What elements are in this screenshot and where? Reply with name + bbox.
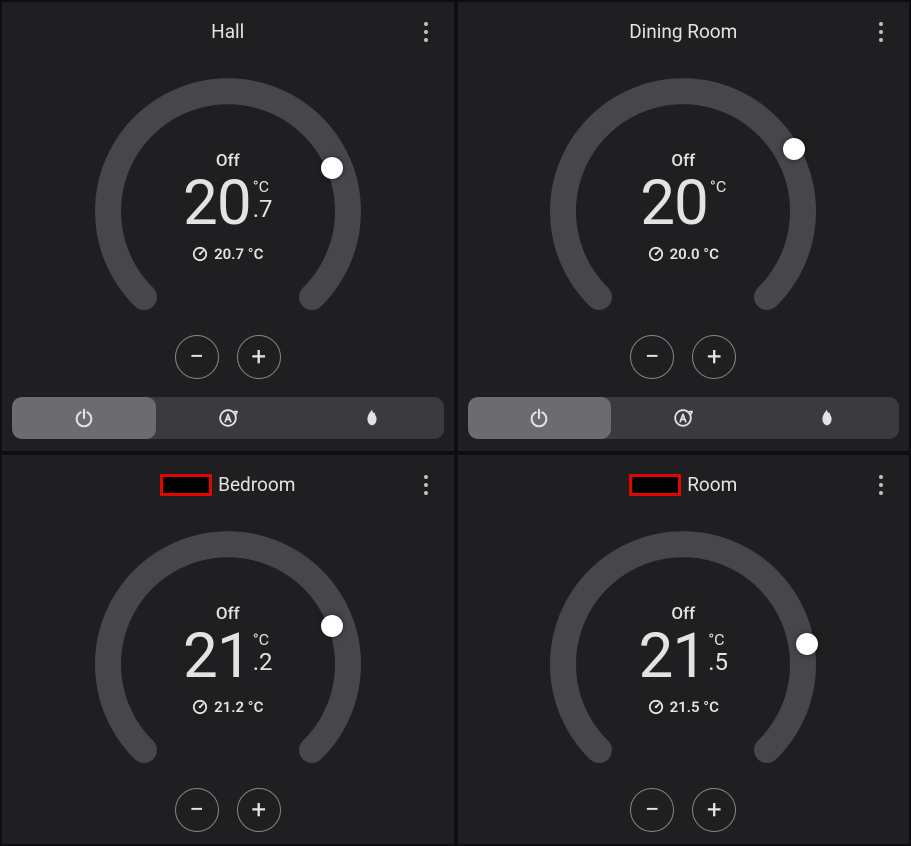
current-temperature-value: 20.7 °C (214, 245, 263, 263)
target-temperature-int: 21 (183, 626, 251, 688)
more-menu-icon[interactable] (418, 469, 434, 501)
auto-icon (217, 407, 239, 429)
increase-button[interactable]: + (692, 335, 736, 379)
temperature-unit: °C (708, 632, 724, 648)
power-icon (528, 407, 550, 429)
target-temperature: 20°C (640, 173, 726, 235)
temperature-step-row: −+ (175, 335, 281, 379)
minus-icon: − (645, 795, 660, 825)
current-temperature-value: 21.5 °C (670, 698, 719, 716)
hvac-mode-bar (12, 397, 444, 439)
flame-icon (816, 407, 838, 429)
redacted-label (629, 474, 681, 496)
current-temperature-value: 20.0 °C (670, 245, 719, 263)
thermostat-card: BedroomOff21°C.221.2 °C−+ (2, 455, 454, 844)
temperature-unit: °C (253, 179, 269, 195)
plus-icon: + (707, 795, 722, 825)
mode-off-button[interactable] (12, 397, 156, 439)
mode-off-button[interactable] (468, 397, 612, 439)
current-temperature-value: 21.2 °C (214, 698, 263, 716)
minus-icon: − (189, 795, 204, 825)
increase-button[interactable]: + (237, 788, 281, 832)
temperature-unit: °C (710, 179, 726, 195)
dial-readout: Off21°C.521.5 °C (533, 526, 833, 786)
card-title: Room (629, 473, 737, 496)
plus-icon: + (251, 342, 266, 372)
card-title: Hall (211, 20, 244, 43)
target-temperature-dec: .7 (253, 197, 273, 221)
mode-auto-button[interactable] (611, 397, 755, 439)
target-temperature: 20°C .7 (183, 173, 273, 235)
target-temperature-int: 20 (640, 173, 708, 235)
temperature-step-row: −+ (630, 788, 736, 832)
plus-icon: + (251, 795, 266, 825)
dial-readout: Off20°C20.0 °C (533, 73, 833, 333)
decrease-button[interactable]: − (175, 788, 219, 832)
increase-button[interactable]: + (692, 788, 736, 832)
card-title-text: Bedroom (218, 473, 295, 496)
target-temperature: 21°C .5 (638, 626, 728, 688)
thermostat-card: Dining RoomOff20°C20.0 °C−+ (458, 2, 910, 451)
current-temperature: 20.0 °C (648, 245, 719, 263)
target-temperature-dec: .5 (708, 650, 728, 674)
card-title-text: Dining Room (629, 20, 737, 43)
temperature-unit: °C (253, 632, 269, 648)
mode-heat-button[interactable] (755, 397, 899, 439)
card-title-text: Hall (211, 20, 244, 43)
temperature-dial[interactable]: Off21°C.221.2 °C (78, 526, 378, 786)
more-menu-icon[interactable] (873, 469, 889, 501)
temperature-dial[interactable]: Off21°C.521.5 °C (533, 526, 833, 786)
minus-icon: − (189, 342, 204, 372)
current-temperature: 21.5 °C (648, 698, 719, 716)
more-menu-icon[interactable] (418, 16, 434, 48)
dial-readout: Off20°C.720.7 °C (78, 73, 378, 333)
temperature-dial[interactable]: Off20°C.720.7 °C (78, 73, 378, 333)
plus-icon: + (707, 342, 722, 372)
hvac-mode-bar (468, 397, 900, 439)
dial-readout: Off21°C.221.2 °C (78, 526, 378, 786)
thermostat-card: HallOff20°C.720.7 °C−+ (2, 2, 454, 451)
redacted-label (160, 474, 212, 496)
decrease-button[interactable]: − (630, 788, 674, 832)
target-temperature-int: 20 (183, 173, 251, 235)
decrease-button[interactable]: − (630, 335, 674, 379)
current-temperature: 20.7 °C (192, 245, 263, 263)
auto-icon (672, 407, 694, 429)
target-temperature-dec: .2 (253, 650, 273, 674)
target-temperature-int: 21 (638, 626, 706, 688)
thermostat-card: RoomOff21°C.521.5 °C−+ (458, 455, 910, 844)
target-temperature: 21°C .2 (183, 626, 273, 688)
current-temperature: 21.2 °C (192, 698, 263, 716)
decrease-button[interactable]: − (175, 335, 219, 379)
flame-icon (361, 407, 383, 429)
minus-icon: − (645, 342, 660, 372)
temperature-step-row: −+ (630, 335, 736, 379)
card-title: Dining Room (629, 20, 737, 43)
card-title: Bedroom (160, 473, 295, 496)
increase-button[interactable]: + (237, 335, 281, 379)
card-title-text: Room (687, 473, 737, 496)
more-menu-icon[interactable] (873, 16, 889, 48)
temperature-step-row: −+ (175, 788, 281, 832)
mode-heat-button[interactable] (300, 397, 444, 439)
temperature-dial[interactable]: Off20°C20.0 °C (533, 73, 833, 333)
power-icon (73, 407, 95, 429)
mode-auto-button[interactable] (156, 397, 300, 439)
